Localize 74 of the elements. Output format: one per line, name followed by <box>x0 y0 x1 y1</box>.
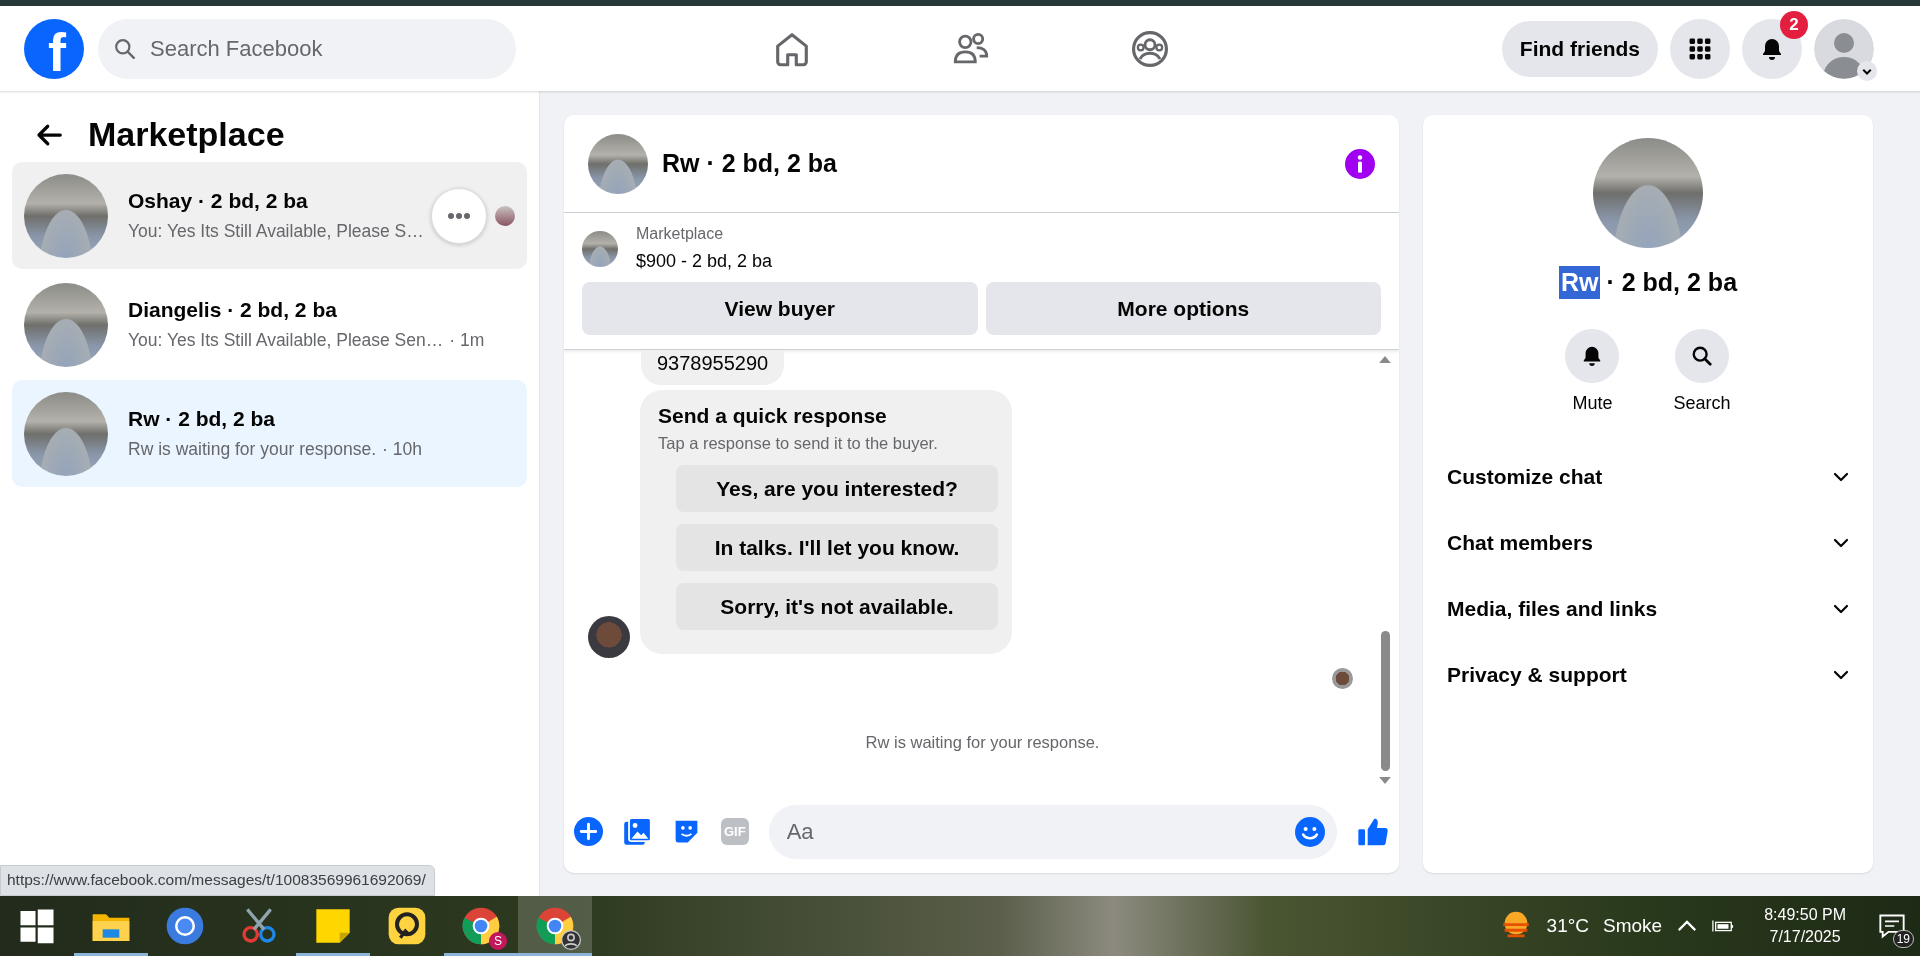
browser-icon <box>461 906 501 946</box>
weather-condition: Smoke <box>1603 915 1663 937</box>
more-options-button[interactable] <box>431 188 487 244</box>
action-label: Search <box>1673 393 1731 414</box>
section-title: Privacy & support <box>1447 663 1627 687</box>
section-title: Media, files and links <box>1447 597 1658 621</box>
taskbar-button[interactable]: S <box>444 896 518 956</box>
profile-badge: S <box>489 932 507 950</box>
emoji-icon[interactable] <box>1295 816 1325 847</box>
listing-title: · 2 bd, 2 ba <box>1606 268 1738 297</box>
facebook-logo[interactable]: f <box>24 18 84 79</box>
quick-reply-button[interactable]: Yes, are you interested? <box>676 465 998 512</box>
message-time: · 10h <box>382 439 422 460</box>
scroll-up-arrow-icon[interactable] <box>1379 356 1391 363</box>
user-avatar <box>588 616 630 658</box>
scrollbar-thumb[interactable] <box>1381 631 1390 771</box>
image-icon[interactable] <box>623 817 652 846</box>
caret-icon[interactable] <box>1857 60 1877 81</box>
browser-icon <box>165 906 205 946</box>
scroll-down-arrow-icon[interactable] <box>1379 777 1391 784</box>
action-label: Mute <box>1572 393 1613 414</box>
app-icon <box>387 906 427 946</box>
clock-time[interactable]: 8:49:50 PM <box>1764 906 1846 924</box>
page-title: Marketplace <box>88 115 285 154</box>
plus-icon[interactable] <box>574 817 603 846</box>
section-title: Customize chat <box>1447 465 1603 489</box>
message-preview: Rw is waiting for your response. <box>128 439 377 460</box>
listing-price: $900 - 2 bd, 2 ba <box>636 251 773 272</box>
message-preview: You: Yes Its Still Available, Please Sen… <box>128 330 444 351</box>
sticky-note-icon <box>313 906 353 946</box>
message-input[interactable]: Aa <box>768 804 1337 859</box>
card-title: Send a quick response <box>658 404 887 428</box>
windows-logo-icon <box>19 908 55 944</box>
search-icon <box>114 37 136 60</box>
collapsible-section[interactable]: Chat members <box>1447 510 1849 576</box>
notification-badge: 2 <box>1780 10 1808 39</box>
card-subtitle: Tap a response to send it to the buyer. <box>658 434 938 453</box>
collapsible-section[interactable]: Privacy & support <box>1447 642 1849 708</box>
seen-avatar <box>1332 668 1353 689</box>
photo-placeholder <box>582 230 618 267</box>
collapsible-section[interactable]: Customize chat <box>1447 444 1849 510</box>
scissors-icon <box>239 906 279 946</box>
more-icon <box>447 212 471 220</box>
conversation-title: Diangelis · 2 bd, 2 ba <box>128 298 338 322</box>
temperature: 31°C <box>1546 915 1590 937</box>
conversation-title: Oshay · 2 bd, 2 ba <box>128 189 309 213</box>
listing-action-button[interactable]: View buyer <box>582 282 978 335</box>
listing-action-button[interactable]: More options <box>985 282 1381 335</box>
contact-name: Rw <box>1558 266 1601 299</box>
chat-title: Rw · 2 bd, 2 ba <box>662 149 839 178</box>
groups-icon[interactable] <box>1130 28 1171 69</box>
conversation-item[interactable]: Rw · 2 bd, 2 ba Rw is waiting for your response. · 10h <box>12 380 527 487</box>
quick-reply-button[interactable]: Sorry, it's not available. <box>676 583 998 630</box>
find-friends-button[interactable]: Find friends <box>1501 20 1658 77</box>
taskbar-button[interactable] <box>518 896 592 956</box>
clock-date[interactable]: 7/17/2025 <box>1769 928 1841 946</box>
status-message: Rw is waiting for your response. <box>864 733 1101 752</box>
info-icon[interactable] <box>1345 148 1375 179</box>
profile-icon <box>561 930 581 950</box>
conversation-item[interactable]: Diangelis · 2 bd, 2 ba You: Yes Its Still Available, Please Sen… · 1m <box>12 271 527 378</box>
conversation-item[interactable]: Oshay · 2 bd, 2 ba You: Yes Its Still Available, Please S… <box>12 162 527 269</box>
conversation-title: Rw · 2 bd, 2 ba <box>128 407 277 431</box>
collapsible-section[interactable]: Media, files and links <box>1447 576 1849 642</box>
link-preview-url: https://www.facebook.com/messages/t/10083569961692069/ <box>0 865 435 896</box>
quick-reply-button[interactable]: In talks. I'll let you know. <box>676 524 998 571</box>
section-title: Chat members <box>1447 531 1593 555</box>
notification-count: 19 <box>1892 930 1914 948</box>
bell-icon[interactable] <box>1565 329 1620 383</box>
message-preview: You: Yes Its Still Available, Please S… <box>128 221 424 242</box>
message-bubble: 9378955290 <box>641 350 785 385</box>
search-field[interactable]: Search Facebook <box>98 18 516 79</box>
search-icon[interactable] <box>1675 329 1729 383</box>
message-time: · 1m <box>449 330 485 351</box>
listing-label: Marketplace <box>636 225 725 243</box>
